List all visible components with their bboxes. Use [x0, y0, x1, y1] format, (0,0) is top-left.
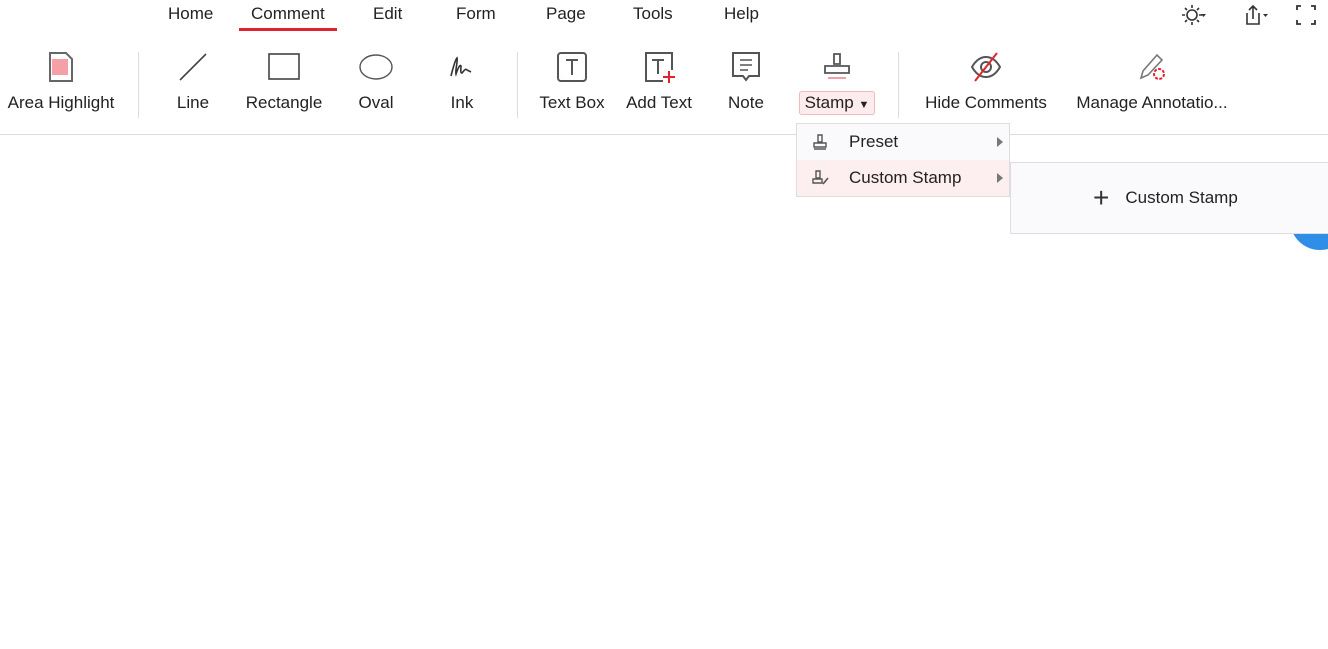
caret-down-icon: ▼ [858, 99, 870, 111]
label: Add Text [626, 93, 692, 112]
label: Text Box [539, 93, 605, 112]
menu-item-preset[interactable]: Preset [797, 124, 1009, 160]
menu-bar: Home Comment Edit Form Page Tools Help [0, 0, 1328, 32]
preset-stamp-icon [813, 134, 827, 150]
label: Stamp ▼ [798, 91, 876, 115]
label: Area Highlight [7, 93, 115, 112]
tab-edit[interactable]: Edit [361, 4, 414, 31]
manage-annotations-button[interactable]: Manage Annotatio... [1066, 50, 1238, 115]
rectangle-icon [268, 53, 300, 80]
theme-sun-icon[interactable] [1181, 4, 1207, 26]
stamp-button[interactable]: Stamp ▼ [792, 50, 882, 115]
text-box-button[interactable]: Text Box [534, 50, 610, 115]
label: Preset [849, 132, 899, 151]
tab-home[interactable]: Home [156, 4, 225, 31]
tab-comment[interactable]: Comment [239, 4, 337, 31]
chevron-right-icon [997, 137, 1003, 147]
text-box-icon [557, 52, 587, 82]
label: Ink [450, 93, 474, 112]
ink-icon [450, 56, 472, 77]
stamp-dropdown-menu: Preset Custom Stamp [796, 123, 1010, 197]
custom-stamp-icon [812, 170, 829, 185]
label: Custom Stamp [1125, 188, 1238, 207]
add-custom-stamp-item[interactable]: + Custom Stamp [1010, 162, 1328, 234]
area-highlight-button[interactable]: Area Highlight [0, 50, 122, 115]
plus-icon: + [1093, 182, 1110, 213]
tab-form[interactable]: Form [444, 4, 508, 31]
tab-page[interactable]: Page [534, 4, 598, 31]
manage-annotations-icon [1139, 53, 1165, 80]
line-button[interactable]: Line [160, 50, 226, 115]
add-text-icon [645, 52, 675, 83]
label: Note [728, 93, 764, 112]
hide-comments-button[interactable]: Hide Comments [916, 50, 1056, 115]
rectangle-button[interactable]: Rectangle [240, 50, 328, 115]
label: Rectangle [245, 93, 323, 112]
stamp-label: Stamp [804, 93, 854, 112]
tab-tools[interactable]: Tools [621, 4, 685, 31]
label: Custom Stamp [849, 168, 962, 187]
oval-button[interactable]: Oval [346, 50, 406, 115]
ink-button[interactable]: Ink [432, 50, 492, 115]
label: Manage Annotatio... [1076, 93, 1228, 112]
menu-item-custom-stamp[interactable]: Custom Stamp [797, 160, 1009, 196]
label: Line [176, 93, 210, 112]
divider [138, 52, 139, 118]
hide-comments-icon [970, 52, 1002, 82]
fullscreen-icon[interactable] [1295, 4, 1321, 26]
chevron-right-icon [997, 173, 1003, 183]
tab-help[interactable]: Help [712, 4, 771, 31]
add-text-button[interactable]: Add Text [620, 50, 698, 115]
label: Hide Comments [925, 93, 1047, 112]
oval-icon [359, 54, 393, 80]
stamp-icon [824, 53, 850, 79]
share-icon[interactable] [1244, 4, 1270, 26]
divider [517, 52, 518, 118]
area-highlight-icon [49, 52, 73, 82]
label: Oval [358, 93, 394, 112]
divider [898, 52, 899, 118]
note-icon [732, 52, 760, 82]
comment-toolbar: Area Highlight Line Rectangle Oval Ink T… [0, 40, 1328, 135]
note-button[interactable]: Note [716, 50, 776, 115]
line-icon [179, 53, 207, 81]
